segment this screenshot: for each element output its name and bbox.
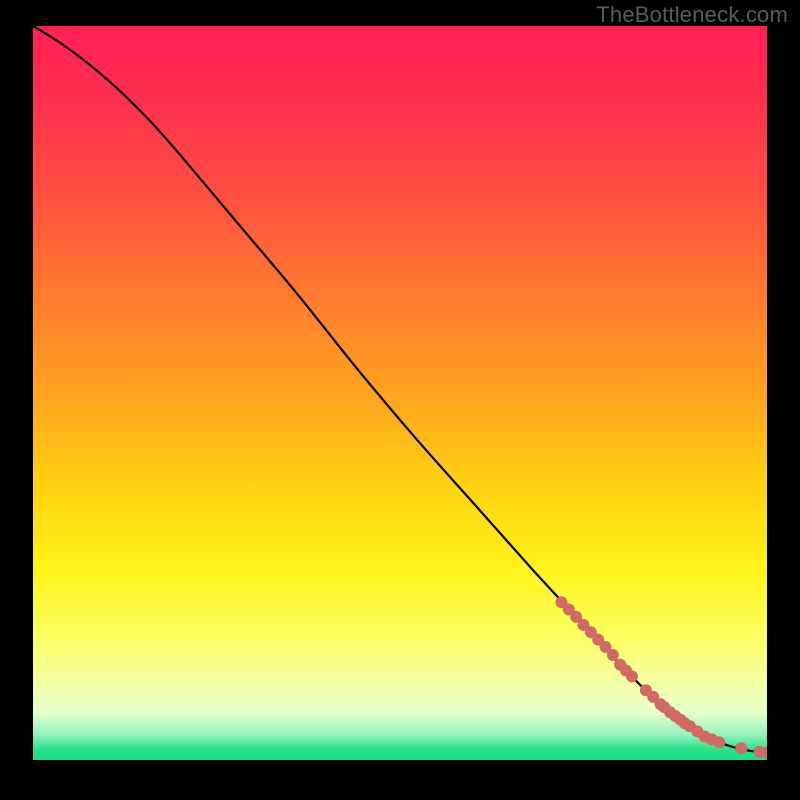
chart-frame: TheBottleneck.com: [0, 0, 800, 800]
data-point: [713, 736, 725, 748]
plot-area: [33, 26, 767, 760]
data-point: [626, 670, 638, 682]
watermark-text: TheBottleneck.com: [596, 2, 788, 28]
chart-background: [33, 26, 767, 760]
data-point: [735, 742, 747, 754]
data-point: [607, 649, 619, 661]
chart-svg: [33, 26, 767, 760]
